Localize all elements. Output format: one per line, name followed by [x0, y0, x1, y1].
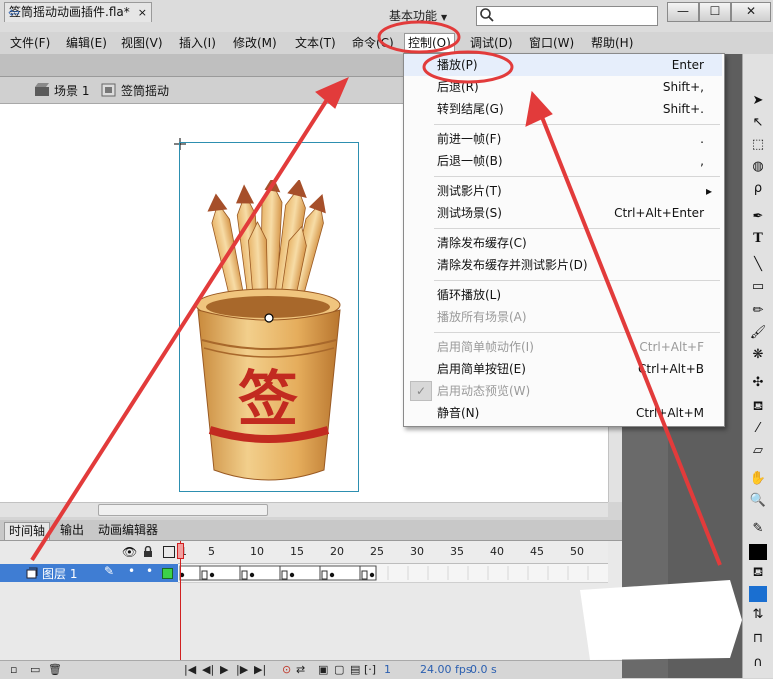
- annotation-arrowhead: [525, 90, 553, 127]
- annotation-arrow-line: [538, 111, 722, 566]
- highlight-circle-control-menu: [377, 20, 461, 54]
- annotation-arrow-line: [30, 93, 332, 562]
- annotation-arrowhead: [315, 77, 349, 109]
- highlight-circle-play-item: [422, 50, 514, 84]
- annotation-overlay: [30, 20, 722, 566]
